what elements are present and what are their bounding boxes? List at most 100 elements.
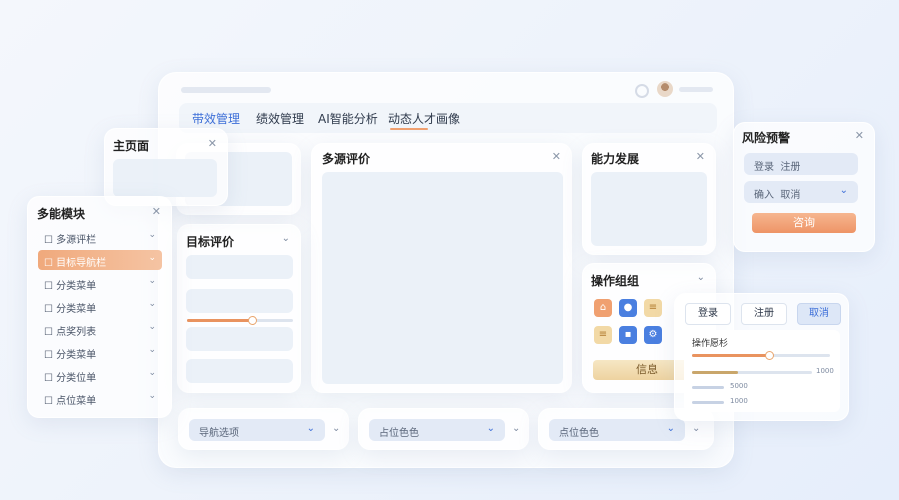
chevron-down-icon[interactable]: ⌄ <box>148 230 156 240</box>
chevron-down-icon[interactable]: ⌄ <box>148 299 156 309</box>
multi-module-item-label: ☐ 分类位单 <box>44 369 96 384</box>
tab-talent-portrait[interactable]: 动态人才画像 <box>388 110 460 127</box>
chevron-down-icon[interactable]: ⌄ <box>148 391 156 401</box>
chevron-down-icon[interactable]: ⌄ <box>692 423 700 434</box>
user-name-placeholder <box>679 87 713 92</box>
cancel-button[interactable]: 取消 <box>797 303 841 325</box>
multi-module-item[interactable]: ☐ 目标导航栏 ⌄ <box>38 250 162 270</box>
settings-slider-knob[interactable] <box>764 351 774 360</box>
multi-module-item-label: ☐ 点位菜单 <box>44 392 96 407</box>
chevron-down-icon: ⌄ <box>306 423 315 434</box>
multi-module-item-label: ☐ 多源评栏 <box>44 231 96 246</box>
multi-module-item[interactable]: ☐ 分类菜单 ⌄ <box>38 296 162 316</box>
chevron-down-icon: ⌄ <box>486 423 495 434</box>
tab-performance-management[interactable]: 绩效管理 <box>256 110 304 127</box>
home-icon[interactable]: ⌂ <box>594 299 612 317</box>
login-register-field[interactable]: 登录 注册 <box>744 153 858 175</box>
multi-module-item-text: 分类菜单 <box>56 350 97 361</box>
value-label-3: 1000 <box>730 397 748 405</box>
risk-warning-card: 风险预警 ✕ 登录 注册 确入 取消 ⌄ 咨询 <box>733 122 875 252</box>
chevron-down-icon[interactable]: ⌄ <box>148 276 156 286</box>
checkbox-icon[interactable]: ☐ <box>44 350 56 361</box>
consult-button[interactable]: 咨询 <box>752 213 856 233</box>
ability-development-title: 能力发展 <box>591 152 640 166</box>
multi-module-item-label: ☐ 分类菜单 <box>44 277 96 292</box>
target-progress-fill <box>187 319 251 322</box>
multi-module-title: 多能模块 <box>37 207 86 221</box>
multi-module-item[interactable]: ☐ 分类位单 ⌄ <box>38 365 162 385</box>
multi-module-item-label: ☐ 分类菜单 <box>44 300 96 315</box>
register-button[interactable]: 注册 <box>741 303 787 325</box>
checkbox-icon[interactable]: ☐ <box>44 396 56 407</box>
checkbox-icon[interactable]: ☐ <box>44 258 56 269</box>
source-evaluation-card: 多源评价 ✕ <box>311 143 572 393</box>
list-icon[interactable]: ≡ <box>594 326 612 344</box>
settings-dot-icon[interactable] <box>635 84 649 98</box>
target-progress-track[interactable] <box>187 316 293 325</box>
source-evaluation-title: 多源评价 <box>322 152 371 166</box>
settings-slider-track[interactable] <box>692 351 830 360</box>
chevron-down-icon[interactable]: ⌄ <box>148 368 156 378</box>
chevron-down-icon[interactable]: ⌄ <box>332 423 340 434</box>
operations-group-title: 操作组组 <box>591 274 640 288</box>
window-title-placeholder <box>181 87 271 93</box>
value-bar-1 <box>692 371 812 374</box>
close-icon[interactable]: ✕ <box>552 150 561 163</box>
input-cancel-select[interactable]: 确入 取消 ⌄ <box>744 181 858 203</box>
value-bar-2 <box>692 386 724 389</box>
multi-module-item-text: 点奖列表 <box>56 327 97 338</box>
multi-module-item[interactable]: ☐ 分类菜单 ⌄ <box>38 273 162 293</box>
nav-option-select[interactable]: 导航选项 ⌄ <box>189 419 325 441</box>
checkbox-icon[interactable]: ☐ <box>44 304 56 315</box>
multi-module-item[interactable]: ☐ 点奖列表 ⌄ <box>38 319 162 339</box>
multi-module-item-text: 多源评栏 <box>56 235 97 246</box>
chevron-down-icon[interactable]: ⌄ <box>697 272 705 283</box>
multi-module-item-label: ☐ 点奖列表 <box>44 323 96 338</box>
close-icon[interactable]: ✕ <box>696 150 705 163</box>
checkbox-icon[interactable]: ☐ <box>44 235 56 246</box>
checkbox-icon[interactable]: ☐ <box>44 281 56 292</box>
bottom-select-card-2: 占位色色 ⌄ ⌄ <box>358 408 529 450</box>
placeholder-color-select[interactable]: 占位色色 ⌄ <box>369 419 505 441</box>
settings-sub-panel: 操作愿杉 1000 5000 1000 <box>684 330 840 412</box>
multi-module-item-label: ☐ 目标导航栏 <box>44 254 106 269</box>
list-icon[interactable]: ≡ <box>644 299 662 317</box>
active-tab-indicator <box>390 128 428 130</box>
tab-service-management[interactable]: 带效管理 <box>192 110 240 127</box>
multi-module-item[interactable]: ☐ 多源评栏 ⌄ <box>38 227 162 247</box>
settings-label: 操作愿杉 <box>692 339 729 349</box>
point-color-select[interactable]: 点位色色 ⌄ <box>549 419 685 441</box>
close-icon[interactable]: ✕ <box>855 129 864 142</box>
multi-module-item-text: 分类菜单 <box>56 304 97 315</box>
multi-module-item[interactable]: ☐ 点位菜单 ⌄ <box>38 388 162 408</box>
checkbox-icon[interactable]: ☐ <box>44 373 56 384</box>
tab-ai-analysis[interactable]: AI智能分析 <box>318 110 378 127</box>
chevron-down-icon[interactable]: ⌄ <box>282 233 290 244</box>
avatar[interactable] <box>657 81 673 97</box>
checkbox-icon[interactable]: ☐ <box>44 327 56 338</box>
save-icon[interactable]: ▪ <box>619 326 637 344</box>
target-evaluation-title: 目标评价 <box>186 235 235 249</box>
chevron-down-icon[interactable]: ⌄ <box>148 345 156 355</box>
login-button[interactable]: 登录 <box>685 303 731 325</box>
multi-module-item-text: 分类菜单 <box>56 281 97 292</box>
risk-warning-title: 风险预警 <box>742 131 791 145</box>
value-bar-3 <box>692 401 724 404</box>
multi-module-item[interactable]: ☐ 分类菜单 ⌄ <box>38 342 162 362</box>
source-evaluation-content <box>322 172 563 384</box>
multi-module-item-label: ☐ 分类菜单 <box>44 346 96 361</box>
home-page-card: 主页面 ✕ <box>104 128 228 206</box>
value-label-2: 5000 <box>730 382 748 390</box>
target-progress-knob[interactable] <box>247 316 257 325</box>
chevron-down-icon[interactable]: ⌄ <box>512 423 520 434</box>
settings-slider-fill <box>692 354 768 357</box>
gear-icon[interactable]: ⚙ <box>644 326 662 344</box>
chevron-down-icon[interactable]: ⌄ <box>148 253 156 263</box>
close-icon[interactable]: ✕ <box>152 205 161 218</box>
ability-development-card: 能力发展 ✕ <box>582 143 716 255</box>
close-icon[interactable]: ✕ <box>208 137 217 150</box>
user-icon[interactable]: ● <box>619 299 637 317</box>
chevron-down-icon: ⌄ <box>839 185 848 196</box>
chevron-down-icon[interactable]: ⌄ <box>148 322 156 332</box>
value-label-1: 1000 <box>816 367 834 375</box>
